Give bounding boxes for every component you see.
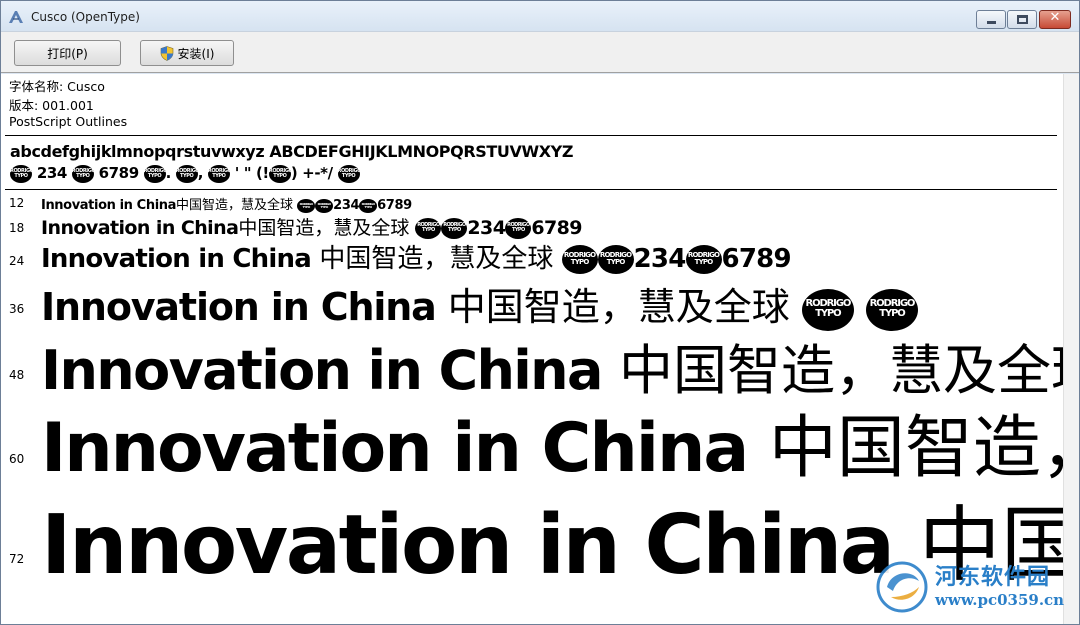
sample-digits: 234 [467,217,506,239]
size-label: 24 [9,254,25,268]
uac-shield-icon [160,45,173,61]
sample-row-36: Innovation in China 中国智造，慧及全球 RODRIGO TYP… [41,276,918,331]
divider [5,189,1057,190]
charset-punct: +-*/ [302,164,333,182]
charset-digits-234: 234 [36,164,68,182]
font-preview-area[interactable]: 字体名称: Cusco 版本: 001.001 PostScript Outli… [1,74,1063,624]
install-button-label: 安装(I) [177,46,215,61]
rodrigo-typo-logo: RODRIGO TYPO [175,164,200,183]
charset-punct: ) [290,164,298,182]
rodrigo-typo-logo: RODRIGO TYPO [297,198,316,213]
size-label: 60 [9,452,25,466]
watermark-name: 河东软件园 [935,564,1051,590]
vertical-scrollbar[interactable] [1063,74,1079,624]
sample-digits: 234 [633,244,687,274]
rodrigo-typo-logo: RODRIGO TYPO [315,198,334,213]
font-app-icon [9,11,23,23]
rodrigo-typo-logo: RODRIGO TYPO [441,218,468,239]
sample-latin: Innovation in China [41,217,239,239]
watermark-logo-icon [876,561,928,613]
divider [5,135,1057,136]
sample-cjk: 中国智造，慧及全球 [319,244,554,274]
title-bar[interactable]: Cusco (OpenType) ✕ [1,1,1079,31]
sample-cjk: 中国智造，慧及全球 [447,285,790,329]
close-icon: ✕ [1049,10,1061,25]
sample-row-60: Innovation in China 中国智造，慧及全球 [41,392,1063,491]
rodrigo-typo-logo: RODRIGO TYPO [71,164,96,183]
charset-letters: abcdefghijklmnopqrstuvwxyz ABCDEFGHIJKLM… [10,142,574,161]
window-title: Cusco (OpenType) [31,10,140,24]
font-name-line: 字体名称: Cusco [9,79,105,94]
sample-latin: Innovation in China [41,285,437,329]
outlines-line: PostScript Outlines [9,114,128,129]
minimize-icon [987,21,996,24]
close-button[interactable]: ✕ [1039,10,1071,29]
font-viewer-window: Cusco (OpenType) ✕ 打印(P) 安装(I) 字体名称: Cus… [0,0,1080,625]
sample-row-18: Innovation in China中国智造，慧及全球 RODRIGO TYPO… [41,213,583,240]
watermark-url: www.pc0359.cn [935,591,1065,609]
size-label: 36 [9,302,25,316]
charset-punct: . [165,164,172,182]
rodrigo-typo-logo: RODRIGO TYPO [865,288,918,331]
sample-row-24: Innovation in China 中国智造，慧及全球 RODRIGO TYP… [41,238,792,275]
sample-digits: 234 [333,198,360,213]
rodrigo-typo-logo: RODRIGO TYPO [561,245,598,274]
version-line: 版本: 001.001 [9,98,94,113]
sample-cjk: 中国智造，慧及全球 [768,409,1063,488]
sample-latin: Innovation in China [41,198,177,213]
install-button[interactable]: 安装(I) [140,40,234,66]
charset-punct: , [197,164,204,182]
charset-punct: (! [255,164,269,182]
minimize-button[interactable] [976,10,1006,29]
rodrigo-typo-logo: RODRIGO TYPO [415,218,442,239]
size-label: 18 [9,221,25,235]
sample-digits: 6789 [531,217,582,239]
rodrigo-typo-logo: RODRIGO TYPO [505,218,532,239]
sample-latin: Innovation in China [41,244,312,274]
sample-digits: 6789 [721,244,792,274]
sample-row-12: Innovation in China中国智造，慧及全球 RODRIGO TYPO… [41,194,412,213]
site-watermark: 河东软件园 www.pc0359.cn [873,553,1073,619]
maximize-icon [1017,15,1028,24]
sample-cjk: 中国智造，慧及全球 [176,198,294,213]
sample-latin: Innovation in China [41,409,749,488]
rodrigo-typo-logo: RODRIGO TYPO [10,164,34,183]
charset-symbols: RODRIGO TYPO 234 RODRIGO TYPO 6789 RODRIGO… [10,164,361,183]
toolbar: 打印(P) 安装(I) [1,31,1079,73]
sample-latin: Innovation in China [41,498,895,593]
rodrigo-typo-logo: RODRIGO TYPO [597,245,634,274]
rodrigo-typo-logo: RODRIGO TYPO [801,288,854,331]
print-button-label: 打印(P) [47,46,88,61]
maximize-button[interactable] [1007,10,1037,29]
rodrigo-typo-logo: RODRIGO TYPO [337,164,361,183]
print-button[interactable]: 打印(P) [14,40,121,66]
rodrigo-typo-logo: RODRIGO TYPO [268,164,293,183]
charset-punct: ' " [234,164,252,182]
size-label: 12 [9,196,25,210]
rodrigo-typo-logo: RODRIGO TYPO [359,198,378,213]
rodrigo-typo-logo: RODRIGO TYPO [143,164,168,183]
sample-digits: 6789 [377,198,412,213]
charset-digits-6789: 6789 [98,164,140,182]
rodrigo-typo-logo: RODRIGO TYPO [207,164,232,183]
sample-cjk: 中国智造，慧及全球 [238,217,410,239]
size-label: 48 [9,368,25,382]
size-label: 72 [9,552,25,566]
rodrigo-typo-logo: RODRIGO TYPO [685,245,722,274]
